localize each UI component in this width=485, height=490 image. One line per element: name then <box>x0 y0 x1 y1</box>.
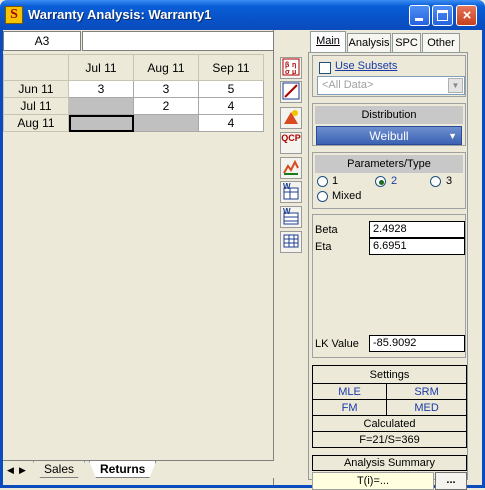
cell-reference-box[interactable]: A3 <box>3 31 81 51</box>
minimize-icon <box>415 18 423 21</box>
corner-header[interactable] <box>3 54 69 81</box>
svg-text:W: W <box>283 207 291 216</box>
tab-analysis[interactable]: Analysis <box>347 33 391 53</box>
subset-dropdown[interactable]: <All Data> ▼ <box>317 76 465 95</box>
nevada-chart-icon[interactable]: W <box>280 206 302 228</box>
window-title: Warranty Analysis: Warranty1 <box>28 7 212 22</box>
setting-fm[interactable]: FM <box>311 399 388 416</box>
title-bar: S Warranty Analysis: Warranty1 × <box>0 0 485 30</box>
grid-cell[interactable]: 2 <box>133 97 199 115</box>
grid-cell[interactable] <box>133 114 199 132</box>
beta-label: Beta <box>315 224 338 236</box>
param-radio-3[interactable] <box>430 176 441 187</box>
param-label-mixed: Mixed <box>332 190 362 202</box>
param-label-2: 2 <box>391 175 398 187</box>
close-icon: × <box>462 7 472 24</box>
parameters-group: Parameters/Type 1 2 3 Mixed <box>312 152 466 209</box>
settings-table: Settings MLE SRM FM MED Calculated F=21/… <box>311 365 467 448</box>
svg-text:η: η <box>292 62 296 69</box>
parameters-header: Parameters/Type <box>315 155 463 173</box>
chevron-down-icon: ▼ <box>448 131 457 141</box>
quick-statistical-reference-icon[interactable] <box>280 107 302 129</box>
results-group: Beta 2.4928 Eta 6.6951 LK Value -85.9092 <box>312 214 466 358</box>
next-sheet-icon[interactable]: ▶ <box>17 464 28 476</box>
subset-value: <All Data> <box>322 79 374 91</box>
close-button[interactable]: × <box>456 5 477 26</box>
distribution-group: Distribution Weibull ▼ <box>312 103 466 146</box>
row-header[interactable]: Aug 11 <box>3 114 69 132</box>
table-row: Jun 11 3 3 5 <box>3 80 264 98</box>
svg-text:W: W <box>283 182 291 191</box>
grid-cell[interactable]: 5 <box>198 80 264 98</box>
grid-cell[interactable]: 4 <box>198 114 264 132</box>
non-homogeneous-data-icon[interactable]: W <box>280 181 302 203</box>
grid-cell[interactable]: 3 <box>68 80 134 98</box>
setting-srm[interactable]: SRM <box>386 383 467 400</box>
beta-value: 2.4928 <box>369 221 465 238</box>
distribution-header: Distribution <box>315 106 463 124</box>
tab-main[interactable]: Main <box>310 31 346 53</box>
distribution-wizard-icon[interactable]: βησμ <box>280 57 302 79</box>
main-tab-body: Use Subsets <All Data> ▼ Distribution We… <box>308 52 468 490</box>
use-subsets-checkbox[interactable] <box>319 62 331 74</box>
distribution-value: Weibull <box>369 129 409 143</box>
minimize-button[interactable] <box>409 5 430 26</box>
eta-label: Eta <box>315 241 332 253</box>
column-header[interactable]: Sep 11 <box>198 54 264 81</box>
app-icon[interactable]: S <box>5 6 23 24</box>
param-label-3: 3 <box>446 175 453 187</box>
svg-text:σ: σ <box>285 69 290 76</box>
qcp-label: QCP <box>281 133 301 143</box>
chevron-down-icon[interactable]: ▼ <box>448 78 463 93</box>
lk-value-label: LK Value <box>315 338 359 350</box>
maximize-button[interactable] <box>432 5 453 26</box>
distribution-dropdown[interactable]: Weibull ▼ <box>316 126 462 145</box>
setting-med[interactable]: MED <box>386 399 467 416</box>
subsets-group: Use Subsets <All Data> ▼ <box>312 55 466 97</box>
data-grid: Jul 11 Aug 11 Sep 11 Jun 11 3 3 5 Jul 11… <box>3 54 264 132</box>
grid-cell[interactable] <box>68 97 134 115</box>
maximize-icon <box>437 10 448 21</box>
param-radio-mixed[interactable] <box>317 191 328 202</box>
eta-value: 6.6951 <box>369 238 465 255</box>
table-row: Aug 11 4 <box>3 114 264 132</box>
tab-spc[interactable]: SPC <box>392 33 421 53</box>
sheet-tab-sales[interactable]: Sales <box>33 461 85 478</box>
param-label-1: 1 <box>332 175 339 187</box>
param-radio-2[interactable] <box>375 176 386 187</box>
analysis-panel: βησμ QCP W W Main Analysis SPC Other Use… <box>275 30 482 490</box>
analysis-summary-value: T(i)=... <box>312 472 434 490</box>
analysis-summary-header: Analysis Summary <box>312 455 467 471</box>
setting-mle[interactable]: MLE <box>311 383 388 400</box>
column-header[interactable]: Jul 11 <box>68 54 134 81</box>
row-header[interactable]: Jul 11 <box>3 97 69 115</box>
quick-calculation-pad-icon[interactable]: QCP <box>280 132 302 154</box>
use-subsets-label[interactable]: Use Subsets <box>335 60 397 72</box>
grid-cell-selected[interactable] <box>68 114 134 132</box>
return-forecast-icon[interactable] <box>280 157 302 179</box>
grid-cell[interactable]: 4 <box>198 97 264 115</box>
settings-header: Settings <box>312 365 467 384</box>
svg-text:β: β <box>285 62 290 69</box>
column-header[interactable]: Aug 11 <box>133 54 199 81</box>
spreadsheet-pane: A3 Jul 11 Aug 11 Sep 11 Jun 11 3 3 5 Jul… <box>3 30 274 485</box>
sheet-tab-returns[interactable]: Returns <box>89 461 156 478</box>
lk-value: -85.9092 <box>369 335 465 352</box>
spreadsheet-icon[interactable] <box>280 231 302 253</box>
plot-icon[interactable] <box>280 81 302 103</box>
analysis-summary-button[interactable]: ... <box>435 472 467 490</box>
table-row: Jul 11 2 4 <box>3 97 264 115</box>
prev-sheet-icon[interactable]: ◀ <box>5 464 16 476</box>
param-radio-1[interactable] <box>317 176 328 187</box>
calculated-value: F=21/S=369 <box>312 431 467 448</box>
formula-bar[interactable] <box>82 31 274 51</box>
tab-other[interactable]: Other <box>422 33 460 53</box>
svg-text:μ: μ <box>292 69 296 76</box>
grid-cell[interactable]: 3 <box>133 80 199 98</box>
calculated-header: Calculated <box>312 415 467 432</box>
sheet-tab-bar: ◀ ▶ Sales Returns <box>3 460 274 478</box>
row-header[interactable]: Jun 11 <box>3 80 69 98</box>
